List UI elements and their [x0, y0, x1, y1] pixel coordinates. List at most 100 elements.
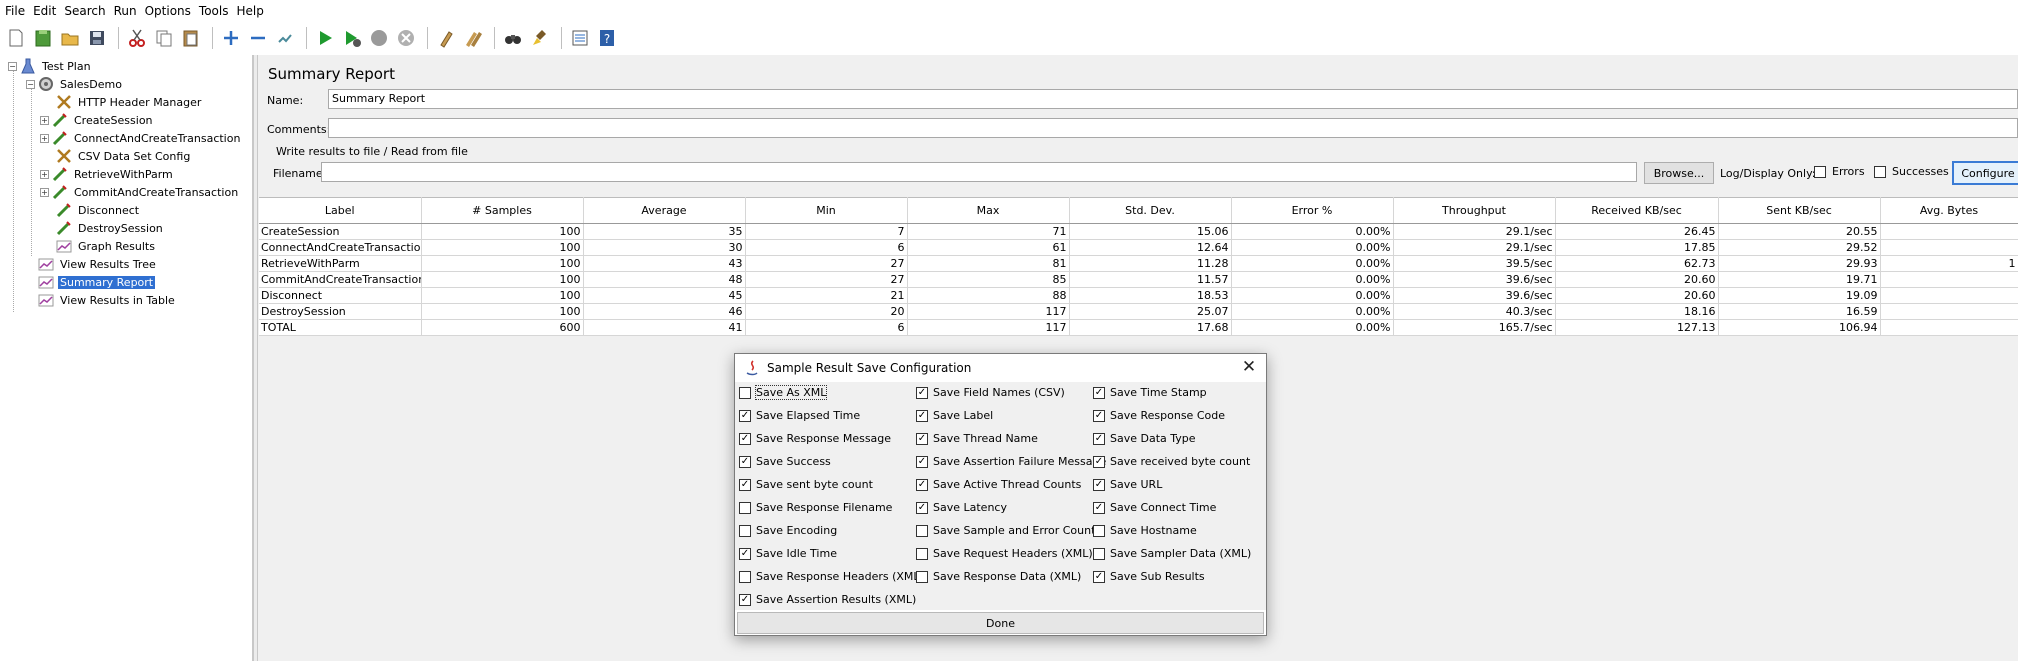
checkmark-icon[interactable]: ✓ [1093, 478, 1105, 491]
checkmark-icon[interactable]: ✓ [1093, 386, 1105, 399]
tree-item-summary-report[interactable]: Summary Report [38, 273, 156, 291]
save-option-checkbox[interactable]: ✓ Save Thread Name [916, 432, 1038, 445]
column-header-label[interactable]: Label [259, 197, 422, 224]
save-option-checkbox[interactable]: Save Response Headers (XML) [739, 570, 924, 583]
save-option-checkbox[interactable]: ✓ Save Response Message [739, 432, 891, 445]
checkbox-box[interactable] [1093, 547, 1105, 560]
checkmark-icon[interactable]: ✓ [916, 478, 928, 491]
expand-toggle-icon[interactable]: + [40, 187, 49, 197]
collapse-toggle-icon[interactable]: − [8, 61, 17, 71]
new-icon[interactable] [4, 26, 28, 50]
checkmark-icon[interactable]: ✓ [739, 547, 751, 560]
comments-field[interactable] [328, 118, 2018, 138]
save-option-checkbox[interactable]: ✓ Save Response Code [1093, 409, 1225, 422]
save-option-checkbox[interactable]: ✓ Save Label [916, 409, 993, 422]
tree-item-test-plan[interactable]: − Test Plan [8, 57, 93, 75]
tree-item-createsession[interactable]: + CreateSession [40, 111, 155, 129]
configure-button[interactable]: Configure [1952, 161, 2018, 185]
column-header-throughput[interactable]: Throughput [1393, 197, 1556, 224]
tree-item-salesdemo[interactable]: − SalesDemo [26, 75, 124, 93]
column-header-std-dev[interactable]: Std. Dev. [1069, 197, 1232, 224]
name-field[interactable]: Summary Report [328, 89, 2018, 109]
tree-item-destroysession[interactable]: DestroySession [56, 219, 165, 237]
checkbox-box[interactable] [916, 570, 928, 583]
save-option-checkbox[interactable]: Save As XML [739, 385, 828, 400]
table-row[interactable]: DestroySession 100 46 20 117 25.07 0.00% 40.3/s… [259, 303, 2018, 320]
column-header-received[interactable]: Received KB/sec [1555, 197, 1719, 224]
done-button[interactable]: Done [737, 612, 1264, 634]
checkmark-icon[interactable]: ✓ [1093, 455, 1105, 468]
checkbox-box[interactable] [1814, 165, 1826, 178]
save-option-checkbox[interactable]: Save Request Headers (XML) [916, 547, 1093, 560]
search-icon[interactable] [501, 26, 525, 50]
checkmark-icon[interactable]: ✓ [1093, 409, 1105, 422]
collapse-icon[interactable] [246, 26, 270, 50]
table-row[interactable]: CreateSession 100 35 7 71 15.06 0.00% 29.1/sec 2… [259, 223, 2018, 240]
expand-toggle-icon[interactable]: + [40, 115, 49, 125]
tree-item-view-results-in-table[interactable]: View Results in Table [38, 291, 177, 309]
close-icon[interactable]: ✕ [1240, 358, 1258, 376]
checkmark-icon[interactable]: ✓ [1093, 501, 1105, 514]
save-option-checkbox[interactable]: ✓ Save Connect Time [1093, 501, 1216, 514]
save-option-checkbox[interactable]: ✓ Save URL [1093, 478, 1162, 491]
shutdown-icon[interactable] [394, 26, 418, 50]
save-option-checkbox[interactable]: ✓ Save Time Stamp [1093, 386, 1207, 399]
checkmark-icon[interactable]: ✓ [739, 478, 751, 491]
save-option-checkbox[interactable]: ✓ Save Elapsed Time [739, 409, 860, 422]
column-header-samples[interactable]: # Samples [421, 197, 584, 224]
successes-checkbox[interactable]: Successes [1874, 165, 1949, 178]
paste-icon[interactable] [179, 26, 203, 50]
checkbox-box[interactable] [739, 524, 751, 537]
open-icon[interactable] [58, 26, 82, 50]
checkbox-box[interactable] [739, 501, 751, 514]
checkmark-icon[interactable]: ✓ [916, 432, 928, 445]
checkmark-icon[interactable]: ✓ [739, 409, 751, 422]
menu-file[interactable]: File [2, 4, 30, 18]
reset-search-icon[interactable] [528, 26, 552, 50]
tree-item-graph-results[interactable]: Graph Results [56, 237, 157, 255]
templates-icon[interactable] [31, 26, 55, 50]
dialog-title-bar[interactable]: Sample Result Save Configuration [735, 354, 1266, 382]
checkbox-box[interactable] [916, 547, 928, 560]
cut-icon[interactable] [125, 26, 149, 50]
checkmark-icon[interactable]: ✓ [739, 593, 751, 606]
checkmark-icon[interactable]: ✓ [916, 455, 928, 468]
checkmark-icon[interactable]: ✓ [916, 409, 928, 422]
expand-icon[interactable] [219, 26, 243, 50]
checkmark-icon[interactable]: ✓ [1093, 432, 1105, 445]
function-helper-icon[interactable] [568, 26, 592, 50]
save-option-checkbox[interactable]: ✓ Save Active Thread Counts [916, 478, 1081, 491]
save-option-checkbox[interactable]: Save Response Filename [739, 501, 892, 514]
menu-edit[interactable]: Edit [30, 4, 61, 18]
checkbox-box[interactable] [739, 386, 751, 399]
checkbox-box[interactable] [1093, 524, 1105, 537]
table-row[interactable]: RetrieveWithParm 100 43 27 81 11.28 0.00% 39.5/… [259, 255, 2018, 272]
browse-button[interactable]: Browse... [1644, 162, 1714, 184]
save-option-checkbox[interactable]: Save Encoding [739, 524, 837, 537]
stop-icon[interactable] [367, 26, 391, 50]
checkmark-icon[interactable]: ✓ [1093, 570, 1105, 583]
save-icon[interactable] [85, 26, 109, 50]
checkbox-box[interactable] [739, 570, 751, 583]
save-option-checkbox[interactable]: Save Sampler Data (XML) [1093, 547, 1251, 560]
save-option-checkbox[interactable]: ✓ Save sent byte count [739, 478, 873, 491]
menu-tools[interactable]: Tools [196, 4, 234, 18]
expand-toggle-icon[interactable]: + [40, 169, 49, 179]
expand-toggle-icon[interactable]: + [40, 133, 49, 143]
column-header-avg-bytes[interactable]: Avg. Bytes [1880, 197, 2018, 224]
copy-icon[interactable] [152, 26, 176, 50]
start-no-timers-icon[interactable] [340, 26, 364, 50]
save-option-checkbox[interactable]: ✓ Save Data Type [1093, 432, 1196, 445]
column-header-max[interactable]: Max [907, 197, 1070, 224]
checkmark-icon[interactable]: ✓ [916, 501, 928, 514]
clear-icon[interactable] [434, 26, 458, 50]
checkmark-icon[interactable]: ✓ [916, 386, 928, 399]
clear-all-icon[interactable] [461, 26, 485, 50]
column-header-error[interactable]: Error % [1231, 197, 1394, 224]
errors-checkbox[interactable]: Errors [1814, 165, 1865, 178]
tree-item-disconnect[interactable]: Disconnect [56, 201, 141, 219]
save-option-checkbox[interactable]: ✓ Save Field Names (CSV) [916, 386, 1065, 399]
menu-help[interactable]: Help [233, 4, 268, 18]
tree-item-http-header-manager[interactable]: HTTP Header Manager [56, 93, 203, 111]
help-icon[interactable]: ? [595, 26, 619, 50]
